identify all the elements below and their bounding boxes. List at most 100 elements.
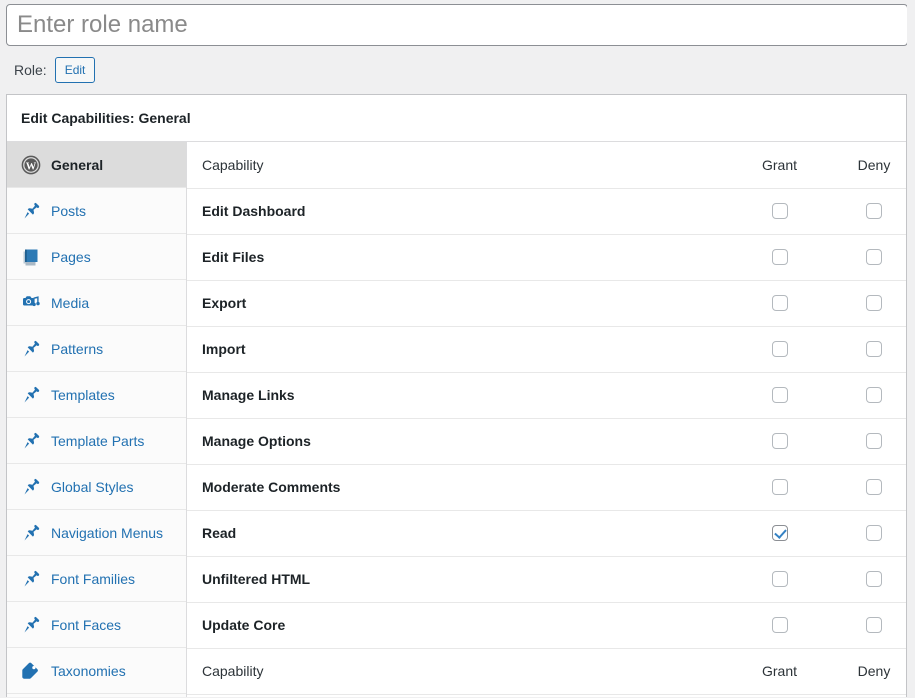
deny-checkbox[interactable] [866, 524, 882, 541]
capability-label: Update Core [187, 602, 732, 649]
table-footer-row: Capability Grant Deny [187, 648, 906, 695]
capability-label: Read [187, 510, 732, 557]
sidebar-item-label: Global Styles [51, 478, 134, 495]
grant-cell [732, 556, 827, 603]
table-row: Read [187, 510, 906, 557]
capability-type-sidebar: W General Posts Pages Media Patterns Templates… [7, 142, 187, 697]
role-label: Role: [14, 62, 47, 78]
grant-cell [732, 234, 827, 281]
sidebar-item-label: Taxonomies [51, 662, 126, 679]
sidebar-item-label: Template Parts [51, 432, 145, 449]
grant-cell [732, 326, 827, 373]
footer-grant: Grant [732, 648, 827, 695]
pushpin-icon [21, 523, 41, 543]
table-foot: Capability Grant Deny [187, 648, 906, 695]
grant-cell [732, 372, 827, 419]
capability-label: Edit Files [187, 234, 732, 281]
grant-cell [732, 602, 827, 649]
media-icon [21, 293, 41, 313]
deny-cell [827, 418, 906, 465]
sidebar-item-posts[interactable]: Posts [7, 188, 186, 234]
deny-cell [827, 556, 906, 603]
svg-text:W: W [26, 161, 37, 172]
panel-body: W General Posts Pages Media Patterns Templates… [7, 142, 906, 697]
grant-checkbox[interactable] [771, 570, 788, 587]
grant-cell [732, 464, 827, 511]
deny-checkbox[interactable] [866, 616, 882, 633]
edit-role-button[interactable]: Edit [54, 57, 96, 83]
role-name-field-wrap [0, 0, 915, 46]
deny-checkbox[interactable] [866, 432, 882, 449]
pushpin-icon [21, 569, 41, 589]
capability-label: Manage Options [187, 418, 732, 465]
grant-cell [732, 418, 827, 465]
deny-cell [827, 326, 906, 373]
sidebar-item-label: Font Faces [51, 616, 122, 633]
table-header-row: Capability Grant Deny [187, 142, 906, 189]
capability-label: Export [187, 280, 732, 327]
capability-label: Manage Links [187, 372, 732, 419]
header-deny: Deny [827, 142, 906, 189]
sidebar-item-font-faces[interactable]: Font Faces [7, 602, 186, 648]
sidebar-item-media[interactable]: Media [7, 280, 186, 326]
deny-checkbox[interactable] [866, 248, 882, 265]
sidebar-item-pages[interactable]: Pages [7, 234, 186, 280]
deny-checkbox[interactable] [866, 570, 882, 587]
capability-label: Moderate Comments [187, 464, 732, 511]
sidebar-item-label: Font Families [51, 570, 136, 587]
grant-cell [732, 280, 827, 327]
pushpin-icon [21, 385, 41, 405]
sidebar-item-label: General [51, 156, 104, 173]
sidebar-item-label: Posts [51, 202, 87, 219]
sidebar-item-label: Templates [51, 386, 115, 403]
table-row: Update Core [187, 602, 906, 649]
sidebar-item-template-parts[interactable]: Template Parts [7, 418, 186, 464]
sidebar-item-label: Media [51, 294, 90, 311]
deny-cell [827, 372, 906, 419]
grant-checkbox[interactable] [771, 386, 788, 403]
capability-label: Unfiltered HTML [187, 556, 732, 603]
deny-checkbox[interactable] [866, 202, 882, 219]
deny-cell [827, 602, 906, 649]
table-row: Manage Options [187, 418, 906, 465]
capabilities-panel: Edit Capabilities: General W General Posts… [6, 94, 907, 697]
table-row: Manage Links [187, 372, 906, 419]
sidebar-item-general[interactable]: W General [7, 142, 186, 188]
pushpin-icon [21, 339, 41, 359]
grant-checkbox[interactable] [771, 616, 788, 633]
sidebar-item-font-families[interactable]: Font Families [7, 556, 186, 602]
grant-cell [732, 188, 827, 235]
wordpress-icon: W [21, 155, 41, 175]
sidebar-item-label: Navigation Menus [51, 524, 164, 541]
header-capability: Capability [187, 142, 732, 189]
deny-checkbox[interactable] [866, 478, 882, 495]
deny-checkbox[interactable] [866, 386, 882, 403]
footer-capability: Capability [187, 648, 732, 695]
table-head: Capability Grant Deny [187, 142, 906, 189]
page-title: Edit Capabilities: General [7, 95, 906, 142]
deny-checkbox[interactable] [866, 294, 882, 311]
grant-checkbox[interactable] [771, 432, 788, 449]
sidebar-item-label: Pages [51, 248, 91, 265]
grant-checkbox[interactable] [771, 294, 788, 311]
sidebar-item-navigation-menus[interactable]: Navigation Menus [7, 510, 186, 556]
role-name-input[interactable] [6, 4, 908, 46]
sidebar-item-patterns[interactable]: Patterns [7, 326, 186, 372]
sidebar-item-global-styles[interactable]: Global Styles [7, 464, 186, 510]
grant-checkbox[interactable] [771, 478, 788, 495]
deny-checkbox[interactable] [866, 340, 882, 357]
table-row: Edit Dashboard [187, 188, 906, 235]
grant-checkbox[interactable] [771, 524, 788, 541]
grant-checkbox[interactable] [771, 248, 788, 265]
role-line: Role: Edit [0, 46, 915, 94]
grant-checkbox[interactable] [771, 340, 788, 357]
grant-checkbox[interactable] [771, 202, 788, 219]
table-row: Unfiltered HTML [187, 556, 906, 603]
sidebar-item-taxonomies[interactable]: Taxonomies [7, 648, 186, 694]
pushpin-icon [21, 201, 41, 221]
deny-cell [827, 510, 906, 557]
role-editor-page: Role: Edit Edit Capabilities: General W G… [0, 0, 915, 698]
footer-deny: Deny [827, 648, 906, 695]
right-edge-strip [907, 0, 915, 698]
sidebar-item-templates[interactable]: Templates [7, 372, 186, 418]
